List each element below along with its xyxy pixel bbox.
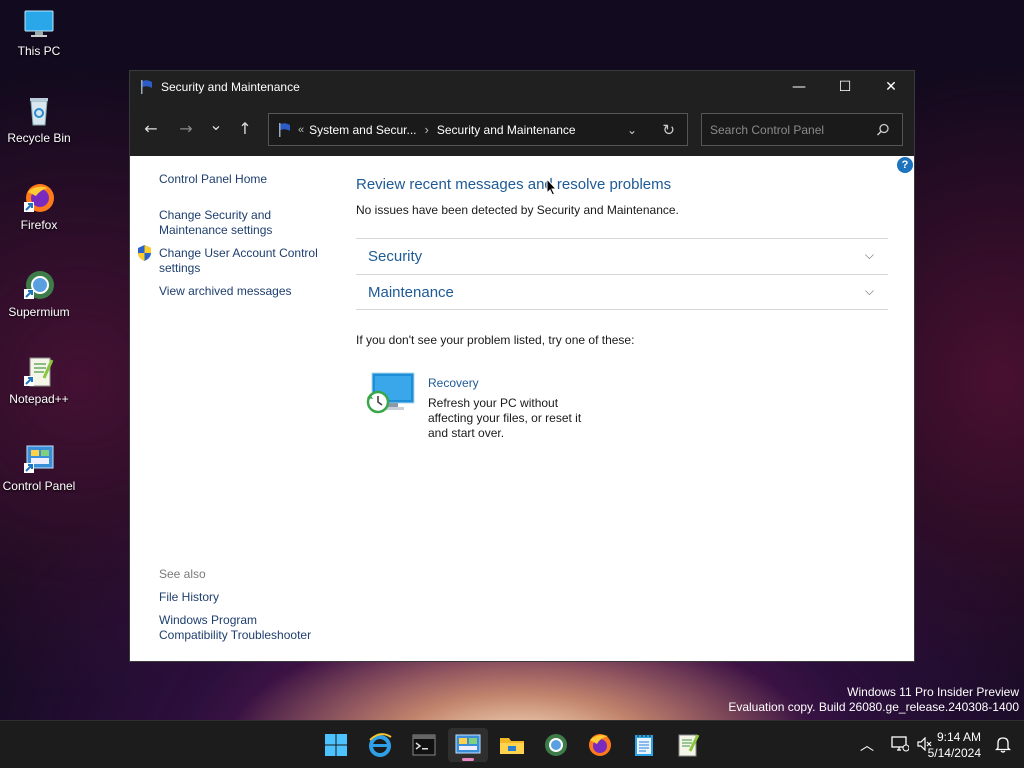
left-pane: Control Panel Home Change Security and M… [130,156,340,661]
active-app-indicator [462,758,474,761]
watermark-line: Windows 11 Pro Insider Preview [847,685,1019,699]
supermium-icon [22,269,56,301]
chevron-down-icon[interactable]: ⌵ [865,284,874,299]
taskbar-terminal[interactable] [404,728,444,762]
try-these-text: If you don't see your problem listed, tr… [356,333,635,347]
notepadpp-icon [678,734,700,757]
evaluation-watermark: Windows 11 Pro Insider Preview Evaluatio… [728,685,1019,715]
control-panel-icon [455,734,481,754]
flag-icon [141,80,152,94]
recent-locations-button[interactable]: ⌄ [205,113,227,135]
breadcrumb-item-system-security[interactable]: System and Secur... [309,123,416,137]
recovery-icon[interactable] [366,372,416,416]
taskbar: ︿ 9:14 AM 5/14/2024 [0,720,1024,768]
firefox-icon [22,182,56,214]
taskbar-firefox[interactable] [580,728,620,762]
desktop-icon-this-pc[interactable]: This PC [0,8,78,58]
section-title: Maintenance [368,284,454,301]
breadcrumb-overflow[interactable]: « [298,124,304,136]
forward-button[interactable]: → [175,117,197,139]
search-box[interactable] [701,113,903,146]
start-button[interactable] [316,728,356,762]
desktop-icon-label: Recycle Bin [7,131,71,145]
compatibility-troubleshooter-link[interactable]: Windows Program Compatibility Troublesho… [159,613,324,643]
status-message: No issues have been detected by Security… [356,203,679,217]
breadcrumb-item-security-maintenance[interactable]: Security and Maintenance [437,123,576,137]
taskbar-file-explorer[interactable] [492,728,532,762]
system-tray: ︿ [824,721,1024,768]
desktop-icon-label: Notepad++ [9,392,69,406]
up-button[interactable]: ↑ [234,117,256,139]
desktop-icon-label: Control Panel [2,479,76,493]
start-icon [325,734,347,756]
watermark-line: Evaluation copy. Build 26080.ge_release.… [728,700,1019,714]
notepad-icon [635,734,653,756]
taskbar-supermium[interactable] [536,728,576,762]
breadcrumb-separator[interactable]: › [425,122,429,137]
title-bar[interactable]: Security and Maintenance — ☐ ✕ [130,71,914,103]
internet-explorer-icon [369,733,392,757]
file-history-link[interactable]: File History [159,590,334,605]
chevron-down-icon[interactable]: ⌵ [865,248,874,263]
show-hidden-icons-chevron-up-icon[interactable]: ︿ [860,735,874,755]
address-bar[interactable]: « System and Secur... › Security and Mai… [268,113,688,146]
chevron-down-icon[interactable]: ⌄ [627,123,637,137]
firefox-icon [589,734,611,756]
control-panel-icon [22,443,56,475]
maintenance-section[interactable]: Maintenance ⌵ [356,274,888,310]
desktop-icon-notepadpp[interactable]: Notepad++ [0,356,78,406]
control-panel-home-link[interactable]: Control Panel Home [159,172,334,187]
security-maintenance-window: Security and Maintenance — ☐ ✕ ← → ⌄ ↑ «… [129,70,915,662]
page-title: Review recent messages and resolve probl… [356,176,672,193]
taskbar-internet-explorer[interactable] [360,728,400,762]
change-security-settings-link[interactable]: Change Security and Maintenance settings [159,208,299,238]
desktop-icon-recycle-bin[interactable]: Recycle Bin [0,95,78,145]
refresh-icon[interactable]: ↻ [662,121,675,139]
search-input[interactable] [710,122,870,137]
taskbar-control-panel[interactable] [448,728,488,762]
minimize-button[interactable]: — [776,71,822,103]
uac-shield-icon [138,245,151,261]
clock-date: 5/14/2024 [927,746,981,760]
maximize-button[interactable]: ☐ [822,71,868,103]
network-icon[interactable] [891,736,909,752]
view-archived-messages-link[interactable]: View archived messages [159,284,334,299]
security-section[interactable]: Security ⌵ [356,238,888,274]
monitor-icon [22,8,56,40]
section-title: Security [368,248,423,265]
desktop-icon-supermium[interactable]: Supermium [0,269,78,319]
back-button[interactable]: ← [140,117,162,139]
search-icon[interactable] [876,123,890,137]
content-area: ? Control Panel Home Change Security and… [130,156,914,661]
close-button[interactable]: ✕ [868,71,914,103]
navigation-bar: ← → ⌄ ↑ « System and Secur... › Security… [130,103,914,156]
recovery-description: Refresh your PC without affecting your f… [428,396,582,440]
clock-time: 9:14 AM [936,730,981,744]
window-title: Security and Maintenance [161,80,300,94]
flag-icon [279,122,290,137]
change-uac-settings-link[interactable]: Change User Account Control settings [159,246,329,276]
notepadpp-icon [22,356,56,388]
taskbar-clock[interactable]: 9:14 AM 5/14/2024 [928,729,981,761]
desktop-icon-control-panel[interactable]: Control Panel [0,443,78,493]
taskbar-notepad[interactable] [624,728,664,762]
recycle-bin-icon [22,95,56,127]
notification-bell-icon[interactable] [995,736,1011,753]
file-explorer-icon [500,738,524,754]
mouse-cursor-icon [546,178,557,196]
taskbar-notepadpp[interactable] [668,728,708,762]
recovery-link[interactable]: Recovery [428,376,479,390]
desktop-icon-firefox[interactable]: Firefox [0,182,78,232]
help-icon[interactable]: ? [897,157,913,173]
supermium-icon [545,734,567,756]
terminal-icon [412,734,436,756]
desktop-icon-label: This PC [17,44,61,58]
see-also-label: See also [159,567,206,581]
desktop-icon-label: Firefox [20,218,58,232]
desktop-icon-label: Supermium [8,305,70,319]
